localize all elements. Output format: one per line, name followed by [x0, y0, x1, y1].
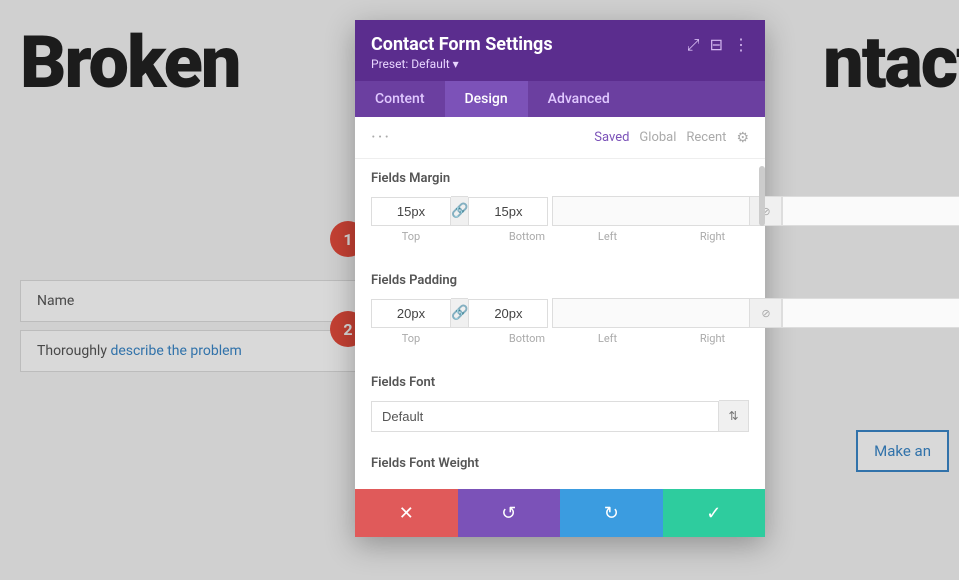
modal-preset[interactable]: Preset: Default ▾ — [371, 57, 749, 71]
font-select[interactable]: Default — [371, 401, 719, 432]
global-link[interactable]: Global — [639, 130, 676, 145]
font-select-arrow-icon: ⇅ — [719, 400, 749, 432]
settings-gear-icon[interactable]: ⚙ — [736, 130, 749, 146]
padding-right-group: ⊘ — [552, 298, 959, 328]
margin-right-input[interactable] — [782, 196, 959, 226]
sub-header-links: Saved Global Recent ⚙ — [594, 130, 749, 146]
expand-icon[interactable]: ⤢ — [687, 35, 700, 55]
modal-body: ··· Saved Global Recent ⚙ Fields Margin … — [355, 117, 765, 489]
margin-link-icon[interactable]: 🔗 — [451, 196, 468, 226]
recent-link[interactable]: Recent — [686, 130, 726, 145]
padding-bottom-input[interactable] — [468, 299, 548, 328]
margin-top-input[interactable] — [371, 197, 451, 226]
margin-top-label: Top — [371, 230, 451, 243]
redo-button[interactable]: ↻ — [560, 489, 663, 537]
padding-top-label: Top — [371, 332, 451, 345]
padding-left-label: Left — [571, 332, 644, 345]
padding-bottom-label: Bottom — [487, 332, 567, 345]
fields-font-weight-title: Fields Font Weight — [371, 456, 749, 471]
columns-icon[interactable]: ⊟ — [710, 35, 723, 54]
modal-sub-header: ··· Saved Global Recent ⚙ — [355, 117, 765, 159]
padding-top-input[interactable] — [371, 299, 451, 328]
fields-padding-labels: Top Bottom Left Right — [371, 332, 749, 345]
padding-slash-icon: ⊘ — [750, 298, 782, 328]
modal-scrollbar[interactable] — [759, 166, 765, 226]
modal-header: Contact Form Settings ⤢ ⊟ ⋮ Preset: Defa… — [355, 20, 765, 81]
margin-slash-icon: ⊘ — [750, 196, 782, 226]
sub-header-dots: ··· — [371, 127, 391, 148]
modal-footer: ✕ ↺ ↻ ✓ — [355, 489, 765, 537]
tab-advanced[interactable]: Advanced — [528, 81, 630, 117]
more-icon[interactable]: ⋮ — [733, 35, 749, 54]
fields-font-title: Fields Font — [371, 375, 749, 390]
fields-padding-section: Fields Padding 🔗 ⊘ Top Bottom Left Right — [355, 261, 765, 363]
margin-left-input[interactable] — [552, 196, 750, 226]
margin-right-group: ⊘ — [552, 196, 959, 226]
padding-right-input[interactable] — [782, 298, 959, 328]
cancel-button[interactable]: ✕ — [355, 489, 458, 537]
fields-margin-inputs: 🔗 ⊘ — [371, 196, 749, 226]
tab-design[interactable]: Design — [445, 81, 528, 117]
modal-title: Contact Form Settings — [371, 34, 553, 55]
fields-margin-labels: Top Bottom Left Right — [371, 230, 749, 243]
contact-form-settings-modal: Contact Form Settings ⤢ ⊟ ⋮ Preset: Defa… — [355, 20, 765, 537]
padding-link-icon[interactable]: 🔗 — [451, 298, 468, 328]
margin-left-label: Left — [571, 230, 644, 243]
save-button[interactable]: ✓ — [663, 489, 766, 537]
modal-header-icons: ⤢ ⊟ ⋮ — [687, 35, 749, 55]
fields-padding-title: Fields Padding — [371, 273, 749, 288]
margin-bottom-label: Bottom — [487, 230, 567, 243]
fields-margin-section: Fields Margin 🔗 ⊘ Top Bottom Left Right — [355, 159, 765, 261]
margin-bottom-input[interactable] — [468, 197, 548, 226]
padding-right-label: Right — [676, 332, 749, 345]
margin-right-label: Right — [676, 230, 749, 243]
fields-padding-inputs: 🔗 ⊘ — [371, 298, 749, 328]
fields-font-section: Fields Font Default ⇅ — [355, 363, 765, 444]
undo-button[interactable]: ↺ — [458, 489, 561, 537]
tab-content[interactable]: Content — [355, 81, 445, 117]
fields-font-weight-section: Fields Font Weight — [355, 444, 765, 489]
modal-tabs: Content Design Advanced — [355, 81, 765, 117]
padding-left-input[interactable] — [552, 298, 750, 328]
font-select-row: Default ⇅ — [371, 400, 749, 432]
saved-link[interactable]: Saved — [594, 130, 629, 145]
fields-margin-title: Fields Margin — [371, 171, 749, 186]
